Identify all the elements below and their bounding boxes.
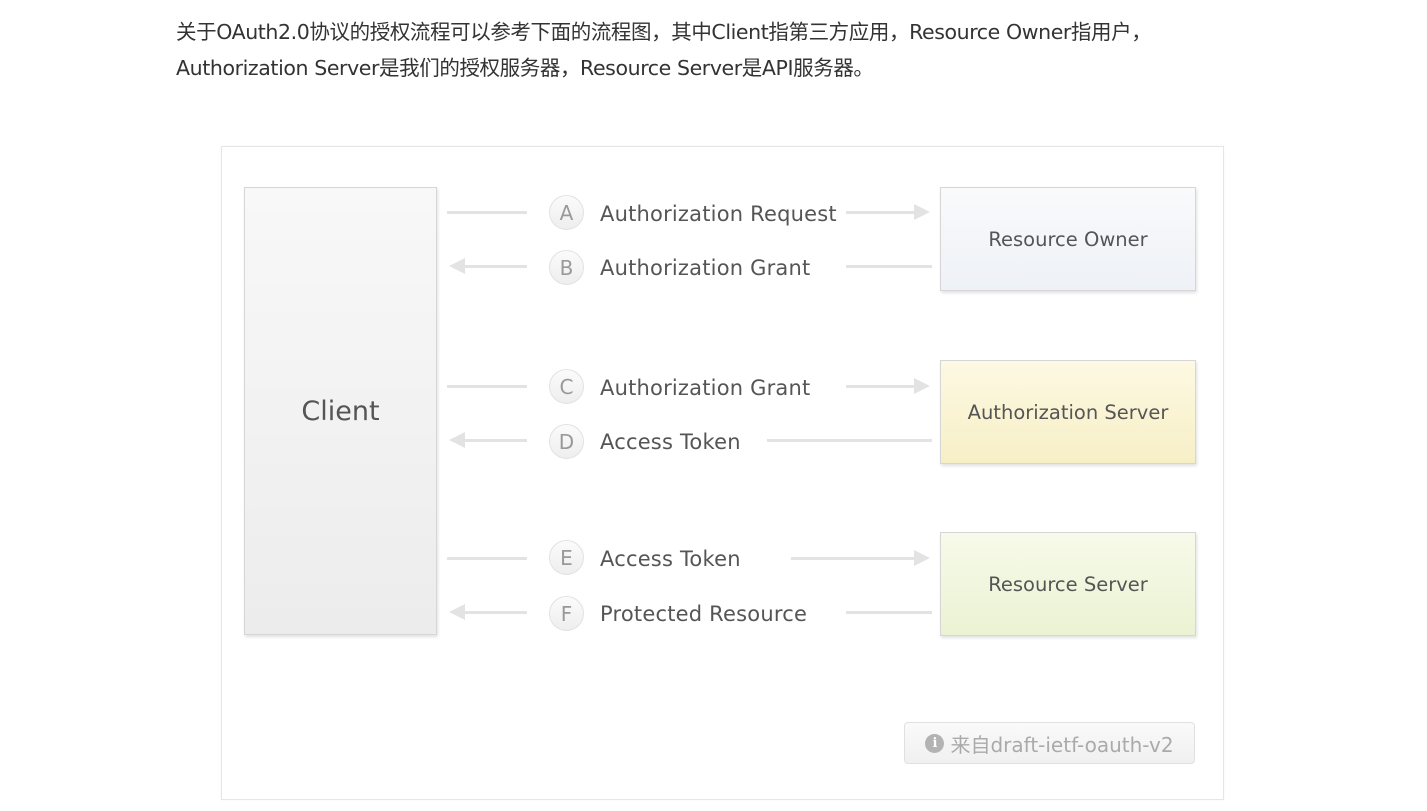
step-a-circle: A	[549, 195, 584, 230]
step-e-label: Access Token	[600, 547, 741, 571]
flow-line-e-right	[791, 557, 916, 560]
flow-line-e-left	[447, 557, 527, 560]
authorization-server-box: Authorization Server	[940, 360, 1196, 464]
flow-line-a-left	[447, 211, 527, 214]
step-e-circle: E	[549, 540, 584, 575]
arrow-right-icon	[914, 550, 930, 566]
source-text: 来自draft-ietf-oauth-v2	[950, 732, 1174, 757]
resource-server-box: Resource Server	[940, 532, 1196, 636]
source-badge[interactable]: i 来自draft-ietf-oauth-v2	[904, 722, 1195, 764]
intro-text: 关于OAuth2.0协议的授权流程可以参考下面的流程图，其中Client指第三方…	[176, 14, 1276, 86]
step-d-label: Access Token	[600, 430, 741, 454]
flow-line-d-right	[767, 439, 932, 442]
flow-line-b-right	[846, 265, 932, 268]
flow-line-b-left	[463, 265, 527, 268]
intro-line-2: Authorization Server是我们的授权服务器，Resource S…	[176, 56, 874, 80]
flow-line-f-left	[463, 611, 527, 614]
step-a-label: Authorization Request	[600, 202, 837, 226]
step-b-label: Authorization Grant	[600, 256, 811, 280]
flow-line-f-right	[846, 611, 932, 614]
step-c-label: Authorization Grant	[600, 376, 811, 400]
flow-line-d-left	[463, 439, 527, 442]
step-b-circle: B	[549, 250, 584, 285]
step-c-circle: C	[549, 369, 584, 404]
arrow-right-icon	[914, 204, 930, 220]
flow-line-c-left	[447, 385, 527, 388]
intro-line-1: 关于OAuth2.0协议的授权流程可以参考下面的流程图，其中Client指第三方…	[176, 20, 1152, 44]
resource-owner-box: Resource Owner	[940, 187, 1196, 291]
client-box: Client	[244, 187, 437, 635]
flow-line-a-right	[846, 211, 916, 214]
info-icon: i	[925, 733, 945, 753]
arrow-right-icon	[914, 378, 930, 394]
flow-line-c-right	[846, 385, 916, 388]
step-d-circle: D	[549, 424, 584, 459]
step-f-label: Protected Resource	[600, 602, 808, 626]
step-f-circle: F	[549, 596, 584, 631]
